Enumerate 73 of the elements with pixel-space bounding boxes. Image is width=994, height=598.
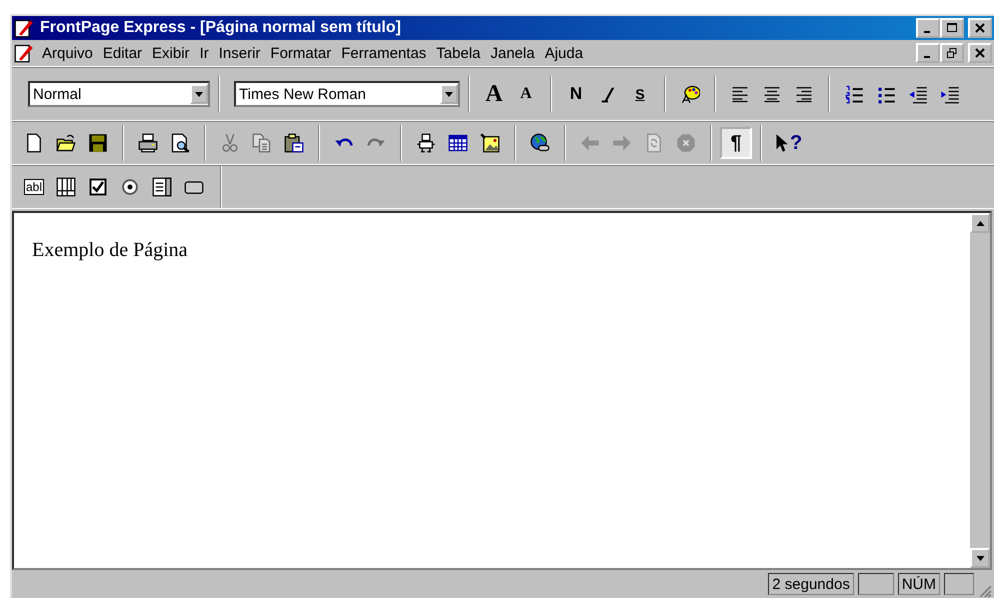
scissors-icon bbox=[220, 133, 240, 153]
font-dropdown[interactable]: Times New Roman bbox=[234, 81, 460, 107]
menu-item[interactable]: Ajuda bbox=[544, 44, 584, 62]
maximize-button[interactable] bbox=[940, 18, 964, 38]
minimize-icon bbox=[924, 30, 930, 32]
window-title: FrontPage Express - [Página normal sem título] bbox=[40, 19, 401, 37]
palette-icon bbox=[680, 84, 700, 104]
indent-icon bbox=[940, 84, 960, 104]
paragraph-marks-button[interactable]: ¶ bbox=[720, 127, 752, 159]
menu-item[interactable]: Ir bbox=[200, 44, 209, 62]
underline-button[interactable]: S bbox=[624, 78, 656, 110]
page-icon bbox=[24, 133, 44, 153]
close-button[interactable] bbox=[968, 43, 992, 63]
status-panel bbox=[944, 573, 974, 595]
editor-area[interactable]: Exemplo de Página bbox=[12, 211, 992, 570]
document-pen-icon bbox=[14, 18, 34, 38]
close-icon bbox=[975, 23, 985, 33]
minimize-button[interactable] bbox=[916, 18, 940, 38]
text-box-button[interactable]: abl bbox=[18, 171, 50, 203]
shrink-font-button[interactable]: A bbox=[510, 78, 542, 110]
minimize-button[interactable] bbox=[916, 43, 940, 63]
page-text: Exemplo de Página bbox=[32, 239, 189, 262]
menu-item[interactable]: Formatar bbox=[270, 44, 332, 62]
stop-icon bbox=[676, 133, 696, 153]
menu-item[interactable]: Exibir bbox=[152, 44, 190, 62]
dropdown-arrow-icon bbox=[195, 92, 203, 96]
align-left-icon bbox=[730, 84, 750, 104]
pointer-button[interactable]: ? bbox=[770, 127, 806, 159]
status-panel: 2 segundos bbox=[768, 573, 854, 595]
image-icon bbox=[480, 133, 500, 153]
restore-button[interactable] bbox=[940, 43, 964, 63]
menu-item[interactable]: Janela bbox=[490, 44, 535, 62]
checkbox-icon bbox=[88, 177, 108, 197]
floppy-icon bbox=[88, 133, 108, 153]
menu-item[interactable]: Tabela bbox=[436, 44, 480, 62]
back-arrow-icon bbox=[580, 133, 600, 153]
align-center-icon bbox=[762, 84, 782, 104]
globe-link-icon bbox=[530, 133, 550, 153]
outdent-icon bbox=[908, 84, 928, 104]
menu-item[interactable]: Arquivo bbox=[42, 44, 93, 62]
close-button[interactable] bbox=[968, 18, 992, 38]
status-panel bbox=[858, 573, 894, 595]
option-dot-icon bbox=[120, 177, 140, 197]
refresh-icon bbox=[644, 133, 664, 153]
close-icon bbox=[975, 48, 985, 58]
menu-item[interactable]: Editar bbox=[102, 44, 142, 62]
dropdown-arrow-icon bbox=[445, 92, 453, 96]
menu-item[interactable]: Inserir bbox=[218, 44, 260, 62]
table-icon bbox=[448, 133, 468, 153]
forward-arrow-icon bbox=[612, 133, 632, 153]
maximize-icon bbox=[947, 23, 957, 33]
printer-icon bbox=[138, 133, 158, 153]
restore-icon bbox=[947, 48, 957, 58]
bold-button[interactable]: N bbox=[560, 78, 592, 110]
resize-grip-icon bbox=[978, 584, 992, 598]
clipboard-icon bbox=[284, 133, 304, 153]
print-preview-icon bbox=[170, 133, 190, 153]
scroll-down-icon bbox=[976, 556, 984, 560]
align-right-icon bbox=[794, 84, 814, 104]
robot-icon bbox=[416, 133, 436, 153]
list-grid-icon bbox=[56, 177, 76, 197]
style-dropdown[interactable]: Normal bbox=[28, 81, 210, 107]
copy-icon bbox=[252, 133, 272, 153]
folder-icon bbox=[56, 133, 76, 153]
numbered-list-icon bbox=[844, 84, 864, 104]
scroll-up-icon bbox=[976, 220, 984, 226]
grow-font-button[interactable]: A bbox=[478, 78, 510, 110]
dropdown-list-icon bbox=[152, 177, 172, 197]
document-pen-icon bbox=[14, 43, 34, 63]
status-panel: NÚM bbox=[898, 573, 940, 595]
minimize-icon bbox=[924, 56, 930, 58]
menu-item[interactable]: Ferramentas bbox=[341, 44, 426, 62]
vertical-scrollbar[interactable] bbox=[970, 213, 990, 568]
